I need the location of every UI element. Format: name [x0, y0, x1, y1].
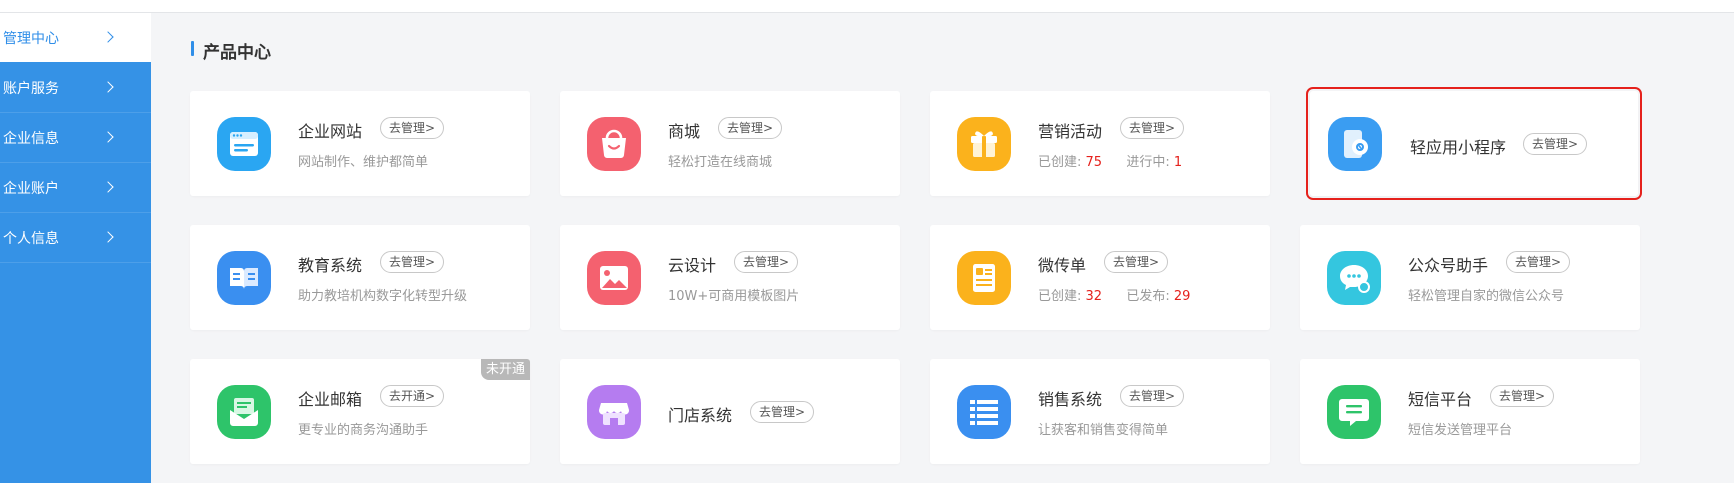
card-description: 轻松管理自家的微信公众号 [1408, 289, 1565, 304]
manage-button[interactable]: 去管理> [1490, 385, 1555, 407]
product-card-education[interactable]: 教育系统 去管理> 助力教培机构数字化转型升级 [190, 225, 530, 330]
manage-button[interactable]: 去管理> [1506, 251, 1571, 273]
card-title: 微传单 [1038, 256, 1087, 275]
mini-program-icon [1328, 117, 1382, 171]
card-title: 教育系统 [298, 256, 363, 275]
card-stats: 已创建: 32 已发布: 29 [1038, 285, 1190, 304]
card-description: 更专业的商务沟通助手 [298, 423, 429, 438]
gift-box-icon [957, 117, 1011, 171]
chevron-right-icon [102, 131, 114, 143]
card-title: 轻应用小程序 [1410, 138, 1507, 157]
sidebar-item-personal-info[interactable]: 个人信息 [0, 213, 151, 263]
manage-button[interactable]: 去管理> [718, 117, 783, 139]
sidebar: 管理中心 账户服务 企业信息 企业账户 个人信息 [0, 13, 151, 483]
card-title: 营销活动 [1038, 122, 1103, 141]
card-description: 网站制作、维护都简单 [298, 155, 429, 170]
manage-button[interactable]: 去管理> [1104, 251, 1169, 273]
card-description: 让获客和销售变得简单 [1038, 423, 1169, 438]
chevron-right-icon [102, 31, 114, 43]
product-card-wechat-assistant[interactable]: 公众号助手 去管理> 轻松管理自家的微信公众号 [1300, 225, 1640, 330]
product-card-miniapp[interactable]: 轻应用小程序 去管理> [1306, 87, 1642, 200]
sidebar-item-label: 企业信息 [3, 131, 59, 147]
card-title: 商城 [668, 122, 701, 141]
activate-button[interactable]: 去开通> [380, 385, 445, 407]
section-title-marker [191, 41, 194, 56]
list-icon [957, 385, 1011, 439]
manage-button[interactable]: 去管理> [1120, 117, 1185, 139]
card-stats: 已创建: 75 进行中: 1 [1038, 151, 1182, 170]
product-card-mall[interactable]: 商城 去管理> 轻松打造在线商城 [560, 91, 900, 196]
stat-published-label: 已发布: [1126, 289, 1170, 304]
manage-button[interactable]: 去管理> [380, 251, 445, 273]
sidebar-item-company-info[interactable]: 企业信息 [0, 113, 151, 163]
top-bar [0, 0, 1734, 13]
card-title: 企业邮箱 [298, 390, 363, 409]
image-picture-icon [587, 251, 641, 305]
product-card-marketing[interactable]: 营销活动 去管理> 已创建: 75 进行中: 1 [930, 91, 1270, 196]
sidebar-item-management-center[interactable]: 管理中心 [0, 13, 151, 62]
message-bubble-icon [1327, 385, 1381, 439]
shopping-bag-icon [587, 117, 641, 171]
stat-created-value: 75 [1085, 155, 1103, 170]
manage-button[interactable]: 去管理> [380, 117, 445, 139]
sidebar-item-label: 个人信息 [3, 231, 59, 247]
product-card-website[interactable]: 企业网站 去管理> 网站制作、维护都简单 [190, 91, 530, 196]
product-card-cloud-design[interactable]: 云设计 去管理> 10W+可商用模板图片 [560, 225, 900, 330]
stat-published-value: 29 [1173, 289, 1191, 304]
chevron-right-icon [102, 231, 114, 243]
sidebar-item-label: 账户服务 [3, 81, 59, 97]
card-description: 短信发送管理平台 [1408, 423, 1513, 438]
card-title: 销售系统 [1038, 390, 1103, 409]
product-card-store[interactable]: 门店系统 去管理> [560, 359, 900, 464]
card-title: 云设计 [668, 256, 717, 275]
stat-running-label: 进行中: [1126, 155, 1170, 170]
chevron-right-icon [102, 81, 114, 93]
card-description: 10W+可商用模板图片 [668, 289, 800, 304]
sidebar-item-account-service[interactable]: 账户服务 [0, 63, 151, 113]
manage-button[interactable]: 去管理> [750, 401, 815, 423]
mail-tray-icon [217, 385, 271, 439]
card-title: 公众号助手 [1408, 256, 1489, 275]
card-title: 短信平台 [1408, 390, 1473, 409]
page-title: 产品中心 [203, 43, 271, 63]
sidebar-item-label: 管理中心 [3, 31, 59, 47]
manage-button[interactable]: 去管理> [1120, 385, 1185, 407]
stat-created-label: 已创建: [1038, 289, 1082, 304]
open-book-icon [217, 251, 271, 305]
product-card-flyer[interactable]: 微传单 去管理> 已创建: 32 已发布: 29 [930, 225, 1270, 330]
storefront-icon [587, 385, 641, 439]
manage-button[interactable]: 去管理> [734, 251, 799, 273]
card-title: 企业网站 [298, 122, 363, 141]
browser-window-icon [217, 117, 271, 171]
sidebar-item-label: 企业账户 [3, 181, 59, 197]
product-card-mail[interactable]: 未开通 企业邮箱 去开通> 更专业的商务沟通助手 [190, 359, 530, 464]
chat-bubble-gear-icon [1327, 251, 1381, 305]
sidebar-item-company-account[interactable]: 企业账户 [0, 163, 151, 213]
status-badge: 未开通 [480, 359, 530, 380]
stat-created-label: 已创建: [1038, 155, 1082, 170]
card-description: 助力教培机构数字化转型升级 [298, 289, 468, 304]
stat-created-value: 32 [1085, 289, 1103, 304]
card-description: 轻松打造在线商城 [668, 155, 773, 170]
stat-running-value: 1 [1173, 155, 1183, 170]
manage-button[interactable]: 去管理> [1523, 133, 1588, 155]
card-title: 门店系统 [668, 406, 733, 425]
flyer-page-icon [957, 251, 1011, 305]
chevron-right-icon [102, 181, 114, 193]
product-card-sales[interactable]: 销售系统 去管理> 让获客和销售变得简单 [930, 359, 1270, 464]
product-card-sms[interactable]: 短信平台 去管理> 短信发送管理平台 [1300, 359, 1640, 464]
